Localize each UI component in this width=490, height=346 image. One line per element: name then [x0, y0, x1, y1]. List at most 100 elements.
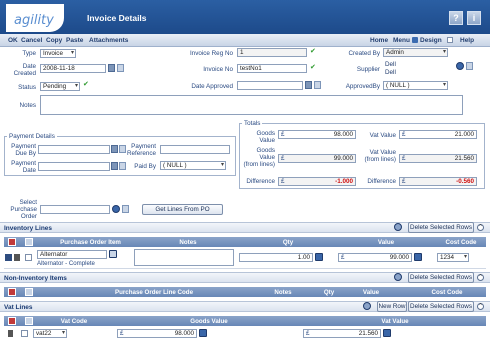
ni-delete-col-icon	[8, 288, 16, 296]
row-checkbox[interactable]	[25, 254, 32, 261]
calendar-icon[interactable]	[117, 64, 124, 72]
date-created-field[interactable]: 2008-11-18	[40, 64, 106, 73]
design-link[interactable]: Design	[420, 37, 442, 44]
inventory-collapse-icon[interactable]: ^	[477, 224, 484, 231]
vat-goods-icon[interactable]	[199, 329, 207, 337]
payment-due-field[interactable]	[38, 145, 110, 154]
non-inventory-options-icon[interactable]	[394, 273, 402, 281]
approved-by-label: ApprovedBy	[345, 83, 380, 90]
payment-date-clear-icon[interactable]	[111, 162, 118, 170]
clear-date-icon[interactable]	[108, 64, 115, 72]
inv-cost-code-select[interactable]: 1234	[437, 253, 469, 262]
paid-by-label: Paid By	[134, 163, 156, 170]
goods-value-field[interactable]: £98.000	[278, 130, 356, 139]
approved-by-select[interactable]: ( NULL )	[383, 81, 448, 90]
copy-button[interactable]: Copy	[46, 37, 62, 44]
date-created-label: Date Created	[13, 63, 36, 77]
inventory-grid-header: Purchase Order Item Notes Qty Value Cost…	[4, 237, 486, 247]
inv-col-item: Purchase Order Item	[60, 239, 121, 246]
vat-lines-label: Vat Value (from lines)	[364, 149, 397, 163]
inv-notes-field[interactable]	[134, 249, 234, 266]
non-inventory-delete-button[interactable]: Delete Selected Rows	[408, 272, 474, 283]
notes-field[interactable]	[40, 95, 463, 115]
paid-by-select[interactable]: ( NULL )	[160, 161, 226, 170]
po-lookup-icon[interactable]	[122, 205, 129, 213]
row-delete-icon[interactable]	[14, 254, 20, 261]
payment-due-clear-icon[interactable]	[111, 145, 118, 153]
vat-options-icon[interactable]	[363, 302, 371, 310]
inv-value-amount: 99.000	[389, 254, 409, 261]
vat-value-field[interactable]: £21.000	[399, 130, 477, 139]
type-select[interactable]: Invoice	[40, 49, 76, 58]
vat-goods-field[interactable]: £98.000	[117, 329, 197, 338]
vat-new-row-button[interactable]: New Row	[377, 301, 407, 312]
non-inventory-collapse-icon[interactable]: ^	[477, 274, 484, 281]
inv-value-icon[interactable]	[414, 253, 422, 261]
invoice-no-field[interactable]: testNo1	[237, 64, 307, 73]
ni-col-qty: Qty	[323, 289, 335, 296]
home-link[interactable]: Home	[370, 37, 388, 44]
vat-lines-amount: 21.560	[454, 155, 474, 162]
invoice-reg-field: 1	[237, 48, 307, 57]
payment-date-label: Payment Date	[11, 160, 36, 174]
payment-reference-field[interactable]	[160, 145, 230, 154]
help-link[interactable]: Help	[460, 37, 474, 44]
inv-item-field[interactable]: Alternator	[37, 250, 107, 259]
inv-item-sub: Alternator - Complete	[37, 260, 95, 267]
get-lines-button[interactable]: Get Lines From PO	[142, 204, 223, 215]
inv-qty-field[interactable]: 1.00	[239, 253, 313, 262]
inv-col-notes: Notes	[179, 239, 197, 246]
goods-value-currency: £	[281, 131, 285, 138]
inventory-options-icon[interactable]	[394, 223, 402, 231]
ok-button[interactable]: OK	[8, 37, 18, 44]
help-icon[interactable]: ?	[449, 11, 463, 25]
goods-lines-field: £99.000	[278, 154, 356, 163]
supplier-search-icon[interactable]	[456, 62, 464, 70]
vat-code-select[interactable]: vat22	[33, 329, 67, 338]
date-approved-field[interactable]	[237, 81, 303, 90]
status-select[interactable]: Pending	[40, 82, 80, 91]
vat-vat-currency: £	[306, 330, 310, 337]
vat-delete-button[interactable]: Delete Selected Rows	[408, 301, 474, 312]
inventory-title: Inventory Lines	[4, 225, 53, 232]
attachments-button[interactable]: Attachments	[89, 37, 128, 44]
select-po-field[interactable]	[40, 205, 110, 214]
supplier-lookup-icon[interactable]	[466, 62, 473, 70]
ni-select-col-icon	[25, 288, 33, 296]
vat-difference-amount: -0.560	[456, 178, 474, 185]
paste-button[interactable]: Paste	[66, 37, 83, 44]
ni-col-notes: Notes	[274, 289, 292, 296]
vat-vat-icon[interactable]	[383, 329, 391, 337]
vat-select-col-icon	[25, 317, 33, 325]
inv-qty-value: 1.00	[297, 254, 310, 261]
inventory-delete-button[interactable]: Delete Selected Rows	[408, 222, 474, 233]
vat-value-currency: £	[402, 131, 406, 138]
vat-row-delete-icon[interactable]	[8, 330, 13, 337]
row-edit-icon[interactable]	[5, 254, 12, 261]
payment-date-field[interactable]	[38, 162, 110, 171]
invoice-no-check-icon: ✔	[310, 64, 316, 71]
vat-vat-field[interactable]: £21.560	[303, 329, 381, 338]
po-search-icon[interactable]	[112, 205, 120, 213]
goods-lines-amount: 99.000	[333, 155, 353, 162]
vat-col-goods: Goods Value	[190, 318, 228, 325]
info-icon[interactable]: i	[467, 11, 481, 25]
status-label: Status	[18, 84, 36, 91]
non-inventory-grid-header: Purchase Order Line Code Notes Qty Value…	[4, 287, 486, 297]
design-icon	[412, 37, 418, 43]
vat-collapse-icon[interactable]: ^	[477, 303, 484, 310]
invoice-reg-label: Invoice Reg No	[189, 50, 233, 57]
approved-calendar-icon[interactable]	[314, 81, 321, 89]
ni-col-cost-code: Cost Code	[431, 289, 463, 296]
menu-link[interactable]: Menu	[393, 37, 410, 44]
inv-value-field[interactable]: £99.000	[338, 253, 412, 262]
vat-difference-field: £ -0.560	[399, 177, 477, 186]
inv-item-lookup-icon[interactable]	[109, 250, 117, 258]
inv-qty-icon[interactable]	[315, 253, 323, 261]
vat-row-checkbox[interactable]	[21, 330, 28, 337]
date-approved-label: Date Approved	[191, 83, 233, 90]
clear-approved-icon[interactable]	[305, 81, 312, 89]
cancel-button[interactable]: Cancel	[21, 37, 42, 44]
vat-vat-amount: 21.560	[358, 330, 378, 337]
design-checkbox[interactable]	[447, 37, 453, 43]
